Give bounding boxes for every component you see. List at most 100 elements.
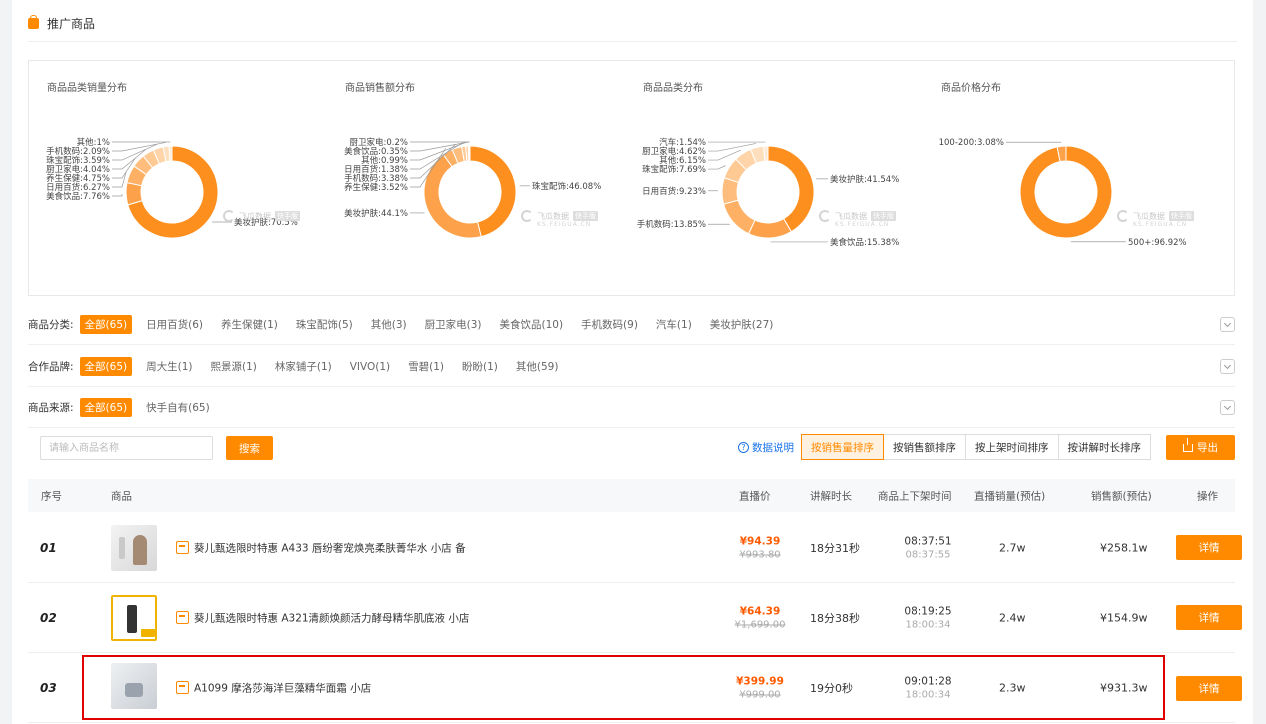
live-price: ¥94.39	[739, 535, 781, 547]
main-panel: 推广商品 商品品类销量分布 美妆护肤:70.5% 其他:1% 手机数码:2.09% 珠…	[12, 0, 1253, 724]
chevron-down-icon[interactable]	[1220, 400, 1235, 415]
watermark-brand: 飞瓜数据	[239, 211, 271, 221]
data-help-link[interactable]: ? 数据说明	[738, 440, 794, 455]
shop-icon	[176, 611, 189, 624]
product-thumbnail[interactable]	[111, 595, 157, 641]
filter-chip[interactable]: 珠宝配饰(5)	[296, 317, 353, 332]
slice-label: 美妆护肤:44.1%	[344, 208, 408, 219]
watermark-logo-icon	[819, 210, 831, 222]
donut-chart: 美妆护肤:41.54%美食饮品:15.38%汽车:1.54%厨卫家电:4.62%…	[637, 137, 900, 248]
sort-by-sales-button[interactable]: 按销售量排序	[801, 434, 884, 460]
duration: 18分38秒	[810, 611, 860, 625]
product-name[interactable]: 葵儿甄选限时特惠 A433 唇纷奢宠焕亮柔肤菁华水 小店 备	[194, 540, 466, 555]
watermark-tag: 快手版	[871, 211, 896, 221]
sort-by-revenue-button[interactable]: 按销售额排序	[883, 434, 966, 460]
filter-chip[interactable]: 快手自有(65)	[146, 400, 210, 415]
header-idx: 序号	[41, 490, 62, 502]
filter-source: 商品来源: 全部(65) 快手自有(65)	[28, 388, 1235, 428]
filter-chip[interactable]: 全部(65)	[79, 398, 133, 417]
filter-chip[interactable]: 全部(65)	[79, 357, 133, 376]
filter-chip[interactable]: 全部(65)	[79, 315, 133, 334]
pie-slice[interactable]	[125, 182, 143, 206]
scrollbar[interactable]	[1253, 0, 1266, 724]
chevron-down-icon[interactable]	[1220, 317, 1235, 332]
watermark-logo-icon	[223, 210, 235, 222]
shop-icon	[176, 681, 189, 694]
slice-label: 手机数码:13.85%	[637, 219, 706, 230]
slice-label: 日用百货:9.23%	[642, 186, 706, 197]
table-row: 02 葵儿甄选限时特惠 A321清颜焕颜活力酵母精华肌底液 小店 ¥64.39 ¥…	[28, 583, 1242, 653]
listing-time: 08:37:51	[904, 535, 952, 547]
header-sales: 直播销量(预估)	[974, 490, 1046, 502]
filter-chip[interactable]: 厨卫家电(3)	[425, 317, 482, 332]
pie-slice[interactable]	[423, 153, 482, 239]
pie-slice[interactable]	[168, 145, 173, 162]
price-cell: ¥94.39 ¥993.80	[728, 535, 792, 560]
slice-label: 美食饮品:15.38%	[830, 237, 899, 248]
filter-brand: 合作品牌: 全部(65) 周大生(1) 熙景源(1) 林家铺子(1) VIVO(…	[28, 347, 1235, 387]
search-button[interactable]: 搜索	[226, 436, 273, 460]
slice-label: 美食饮品:7.76%	[46, 191, 110, 202]
filter-chip[interactable]: 手机数码(9)	[581, 317, 638, 332]
chart-revenue: 商品销售额分布 珠宝配饰:46.08% 厨卫家电:0.2% 美食饮品:0.35% 其他…	[327, 61, 625, 295]
product-name[interactable]: A1099 摩洛莎海洋巨藻精华面霜 小店	[194, 680, 371, 695]
pie-slice[interactable]	[723, 199, 756, 235]
filter-chip[interactable]: 林家铺子(1)	[275, 359, 332, 374]
header-duration: 讲解时长	[810, 490, 852, 502]
filter-chip[interactable]: 其他(59)	[516, 359, 559, 374]
watermark-url: KS.FEIGUA.CN	[1133, 221, 1188, 228]
filter-chip[interactable]: 盼盼(1)	[462, 359, 498, 374]
filter-chip[interactable]: 雪碧(1)	[408, 359, 444, 374]
product-thumbnail[interactable]	[111, 663, 157, 709]
filter-category: 商品分类: 全部(65) 日用百货(6) 养生保健(1) 珠宝配饰(5) 其他(…	[28, 305, 1235, 345]
slice-label: 100-200:3.08%	[939, 138, 1004, 148]
export-button[interactable]: 导出	[1166, 435, 1235, 460]
watermark-tag: 快手版	[1169, 211, 1194, 221]
sort-by-listing-time-button[interactable]: 按上架时间排序	[965, 434, 1059, 460]
detail-button[interactable]: 详情	[1176, 676, 1242, 701]
header-action: 操作	[1197, 490, 1218, 502]
sort-by-duration-button[interactable]: 按讲解时长排序	[1057, 434, 1151, 460]
pie-slice[interactable]	[468, 145, 471, 162]
chevron-down-icon[interactable]	[1220, 359, 1235, 374]
filter-chip[interactable]: 美食饮品(10)	[499, 317, 563, 332]
header-price: 直播价	[739, 490, 771, 502]
filter-chip[interactable]: 美妆护肤(27)	[710, 317, 774, 332]
watermark: 飞瓜数据 快手版 KS.FEIGUA.CN	[521, 210, 598, 228]
detail-button[interactable]: 详情	[1176, 535, 1242, 560]
sort-group: 按销售量排序 按销售额排序 按上架时间排序 按讲解时长排序	[801, 434, 1151, 460]
search-input[interactable]	[40, 436, 213, 460]
watermark-logo-icon	[521, 210, 533, 222]
row-index: 01	[40, 540, 57, 555]
table-row: 01 葵儿甄选限时特惠 A433 唇纷奢宠焕亮柔肤菁华水 小店 备 ¥94.39…	[28, 513, 1242, 583]
donut-chart: 美妆护肤:70.5%其他:1%手机数码:2.09%珠宝配饰:3.59%厨卫家电:…	[46, 137, 298, 239]
filter-chip[interactable]: 熙景源(1)	[210, 359, 256, 374]
slice-label: 珠宝配饰:46.08%	[532, 181, 601, 192]
filter-chip[interactable]: 日用百货(6)	[146, 317, 203, 332]
revenue-estimate: ¥154.9w	[1100, 611, 1148, 624]
watermark-brand: 飞瓜数据	[537, 211, 569, 221]
slice-label: 养生保健:3.52%	[344, 182, 408, 193]
table-header: 序号 商品 直播价 讲解时长 商品上下架时间 直播销量(预估) 销售额(预估) …	[28, 479, 1235, 512]
section-title: 推广商品	[47, 16, 96, 31]
filter-chip[interactable]: 其他(3)	[371, 317, 407, 332]
filter-chip[interactable]: 养生保健(1)	[221, 317, 278, 332]
product-thumbnail[interactable]	[111, 525, 157, 571]
filter-chip[interactable]: VIVO(1)	[350, 361, 390, 373]
filter-chip[interactable]: 汽车(1)	[656, 317, 692, 332]
pie-slice[interactable]	[747, 218, 793, 239]
shopping-bag-icon	[28, 14, 39, 29]
pie-slice[interactable]	[767, 145, 815, 233]
original-price: ¥993.80	[739, 549, 781, 560]
product-name[interactable]: 葵儿甄选限时特惠 A321清颜焕颜活力酵母精华肌底液 小店	[194, 610, 469, 625]
shop-icon	[176, 541, 189, 554]
slice-label: 美妆护肤:41.54%	[830, 174, 899, 185]
price-cell: ¥399.99 ¥999.00	[728, 675, 792, 700]
header-revenue: 销售额(预估)	[1091, 490, 1152, 502]
chart-category-sales: 商品品类销量分布 美妆护肤:70.5% 其他:1% 手机数码:2.09% 珠宝配饰:3…	[29, 61, 327, 295]
question-icon: ?	[738, 442, 749, 453]
listing-time: 08:19:25	[904, 605, 952, 617]
filter-chip[interactable]: 周大生(1)	[146, 359, 192, 374]
detail-button[interactable]: 详情	[1176, 605, 1242, 630]
delisting-time: 18:00:34	[905, 619, 951, 630]
